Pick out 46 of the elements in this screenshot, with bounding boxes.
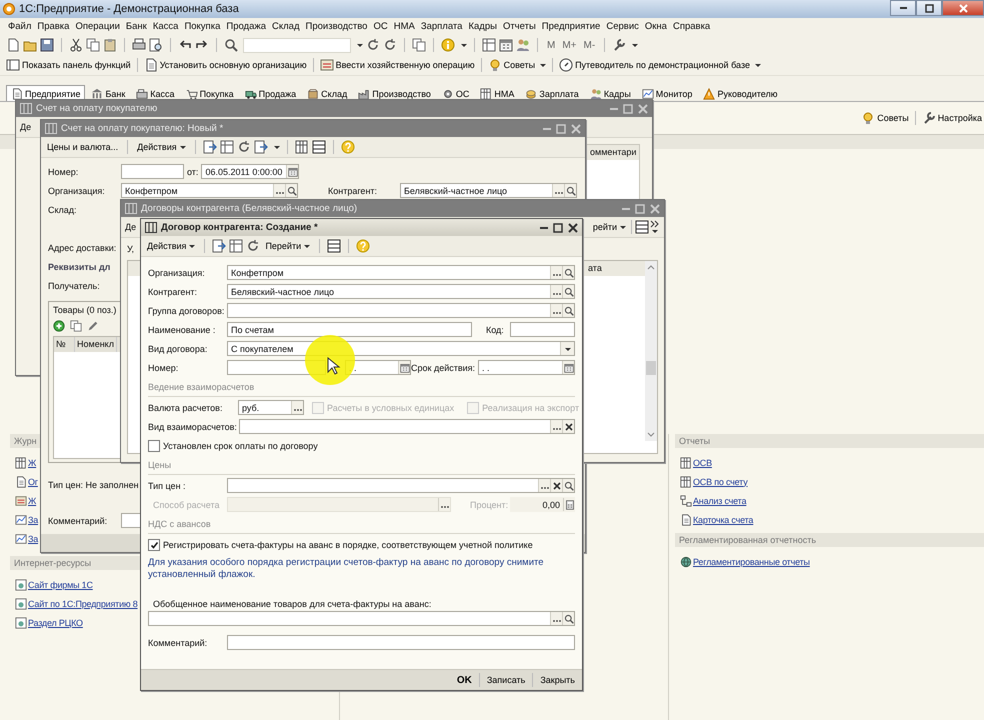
field-label: Комментарий: [148,638,208,648]
field-label: Получатель: [48,280,101,290]
field-label: Комментарий: [48,516,108,526]
field-label: Срок действия: [411,362,476,372]
field-label: Номер: [148,362,180,372]
checkbox-label: Реализация на экспорт [481,402,580,412]
field-label: Процент: [470,500,510,510]
field-label: Способ расчета [152,500,220,510]
field-label: Группа договоров: [148,306,226,316]
section-header: Отчеты [675,434,984,448]
field-label: Организация: [148,268,206,278]
toolbar-label: Де [125,222,136,232]
section-title: Цены [148,460,172,470]
section-title: НДС с авансов [148,518,211,528]
window-title: Договоры контрагента (Белявский-частное лицо) [141,203,358,214]
field-label: Вид договора: [148,344,208,354]
field-label: Код: [486,324,505,334]
window-title: Счет на оплату покупателю [36,103,158,114]
field-label: Контрагент: [148,286,198,296]
price-type-text: Тип цен: Не заполнен [48,480,139,490]
window-title: 1С:Предприятие - Демонстрационная база [19,3,239,15]
field-label: Вид взаиморасчетов: [148,422,238,432]
checkbox-label: Регистрировать счета-фактуры на аванс в порядке, соответствующем учетной политике [163,540,533,550]
field-label: Номер: [48,166,80,176]
toolbar-label: Де [20,122,32,132]
column-header: ата [588,262,603,275]
column-header: Номенкл [75,337,117,352]
window-title: Договор контрагента: Создание * [161,222,318,233]
section-title: Ведение взаиморасчетов [148,382,254,392]
field-label: Организация: [48,186,106,196]
filter-label: У, [127,244,134,254]
field-label: Тип цен : [148,480,187,490]
field-label: Валюта расчетов: [148,402,224,412]
field-label: Обобщенное наименование товаров для счета-фактуры на аванс: [152,599,432,609]
window-title: Счет на оплату покупателю: Новый * [61,123,224,134]
field-label: Контрагент: [328,186,378,196]
checkbox-label: Расчеты в условных единицах [326,402,456,412]
column-header: № [54,337,75,352]
field-label: от: [187,166,198,176]
section-title: Реквизиты дл [48,262,110,272]
field-label: Наименование : [148,324,216,334]
column-header: омментари [584,145,639,160]
field-label: Адрес доставки: [48,242,118,252]
checkbox-label: Установлен срок оплаты по договору [163,440,318,450]
section-header: Регламентированная отчетность [675,533,984,547]
field-label: Склад: [48,204,78,214]
